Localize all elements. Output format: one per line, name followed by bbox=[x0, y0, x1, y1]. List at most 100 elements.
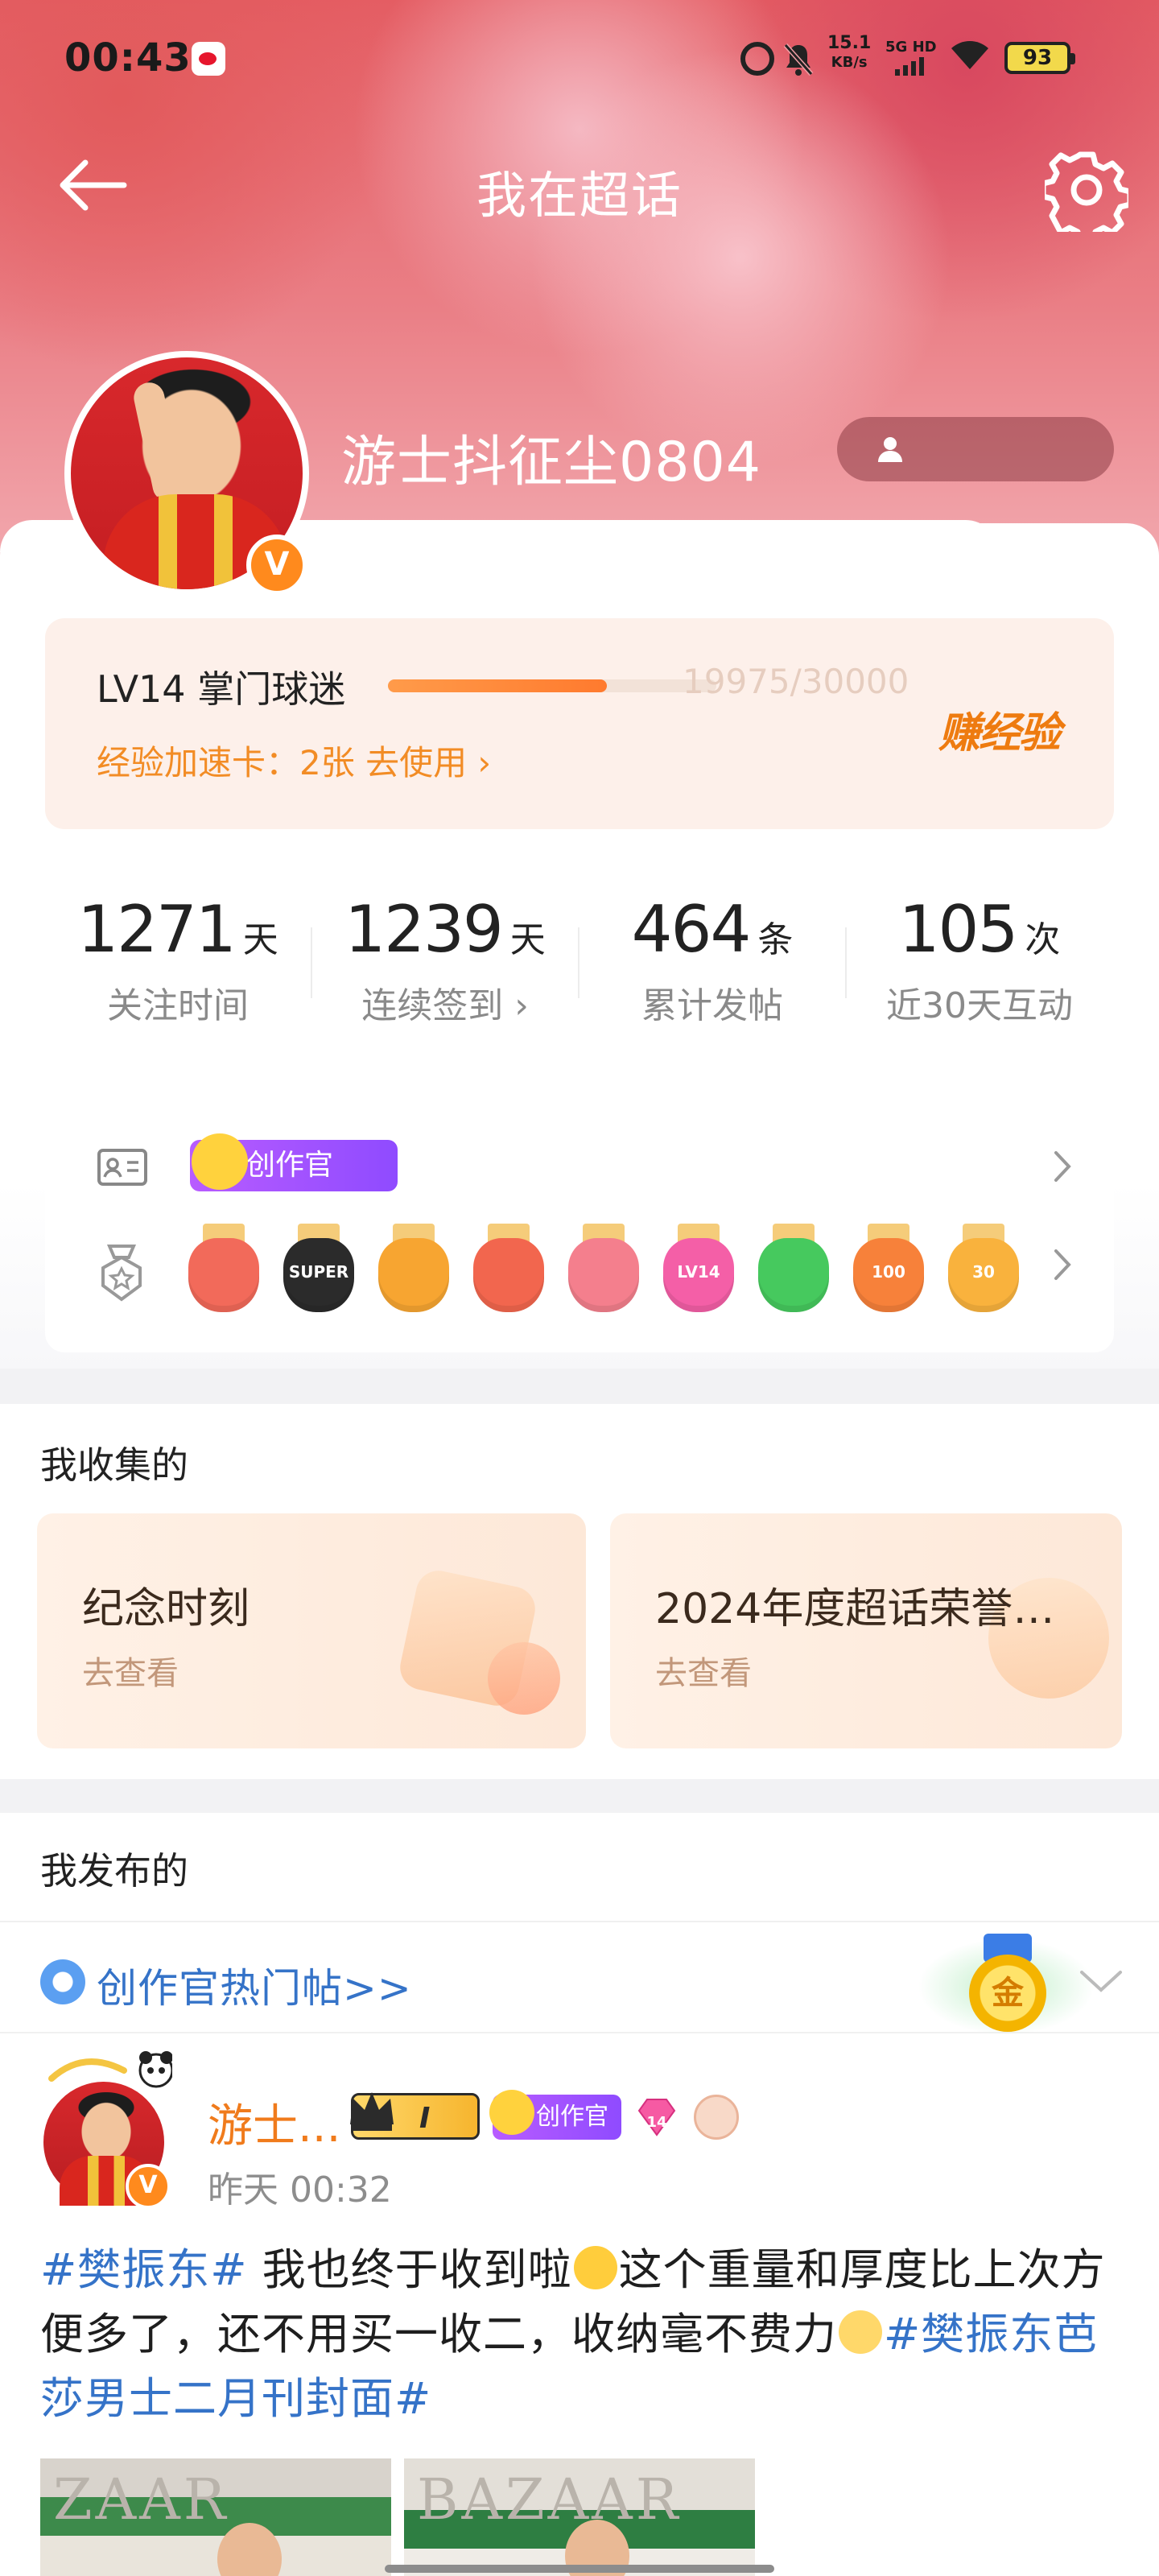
stat-value: 1271 bbox=[77, 892, 237, 967]
medal-disc bbox=[758, 1238, 829, 1312]
medal-disc bbox=[188, 1238, 259, 1312]
creator-hot-posts-link[interactable]: 创作官热门帖>> bbox=[97, 1956, 412, 2014]
network-speed-unit: KB/s bbox=[831, 54, 868, 71]
medal-badge-icon bbox=[472, 1224, 546, 1315]
earn-exp-button[interactable]: 赚经验 bbox=[938, 699, 1061, 759]
settings-gear-icon[interactable] bbox=[1045, 148, 1128, 232]
stat-value: 105 bbox=[898, 892, 1019, 967]
gem-level-text: 14 bbox=[646, 2114, 666, 2131]
medal-outline-icon bbox=[101, 1245, 142, 1302]
post-image-2[interactable]: BAZAAR bbox=[404, 2458, 755, 2576]
medal-badge-icon bbox=[757, 1224, 831, 1315]
signal-label: 5G HD bbox=[885, 39, 937, 56]
boost-card-link[interactable]: 经验加速卡：2张 去使用 › bbox=[97, 736, 491, 785]
collect-card-honors[interactable]: 2024年度超话荣誉… 去查看 bbox=[610, 1513, 1122, 1748]
network-speed-value: 15.1 bbox=[827, 33, 872, 53]
home-indicator[interactable] bbox=[385, 2565, 774, 2573]
level-progress-bar bbox=[388, 679, 716, 692]
surprised-emoji-icon bbox=[573, 2246, 617, 2289]
medal-disc bbox=[568, 1238, 639, 1312]
alarm-icon bbox=[740, 42, 774, 76]
stat-follow-days: 1271 天 关注时间 bbox=[45, 892, 311, 1028]
stat-interactions: 105 次 近30天互动 bbox=[847, 892, 1112, 1028]
collected-title: 我收集的 bbox=[40, 1443, 188, 1487]
smile-badge-icon bbox=[694, 2095, 739, 2140]
username: 游士抖征尘0804 bbox=[341, 431, 762, 494]
stat-label: 连续签到 › bbox=[361, 985, 529, 1026]
chevron-down-icon[interactable] bbox=[1079, 1967, 1124, 1995]
medal-text: 100 bbox=[872, 1262, 905, 1282]
stat-value: 464 bbox=[631, 892, 752, 967]
creator-hot-posts-row[interactable]: 创作官热门帖>> 金 bbox=[0, 1921, 1159, 2035]
medal-disc bbox=[378, 1238, 449, 1312]
published-section: 我发布的 创作官热门帖>> 金 V 游士... I 创作官 14 昨天 00:3… bbox=[0, 1813, 1159, 2576]
post-author-name[interactable]: 游士... bbox=[208, 2090, 340, 2155]
signal-bars-icon bbox=[895, 57, 924, 76]
medal-badge-icon: 100 bbox=[852, 1224, 926, 1315]
avatar-arm bbox=[130, 379, 187, 505]
chevron-right-icon[interactable] bbox=[1050, 1246, 1075, 1283]
medal-text: 30 bbox=[972, 1262, 995, 1282]
gem-level-icon: 14 bbox=[637, 2099, 676, 2136]
medal-badge-icon bbox=[567, 1224, 641, 1315]
stat-label: 近30天互动 bbox=[886, 985, 1073, 1026]
mute-bell-icon bbox=[783, 43, 814, 76]
collect-card-link[interactable]: 去查看 bbox=[655, 1647, 752, 1694]
level-card[interactable]: LV14 掌门球迷 19975/30000 经验加速卡：2张 去使用 › 赚经验 bbox=[45, 618, 1114, 829]
chevron-right-icon[interactable] bbox=[1050, 1148, 1075, 1185]
published-title: 我发布的 bbox=[40, 1849, 188, 1893]
post-verified-icon: V bbox=[126, 2164, 171, 2209]
page-title: 我在超话 bbox=[476, 166, 683, 225]
topic-link[interactable]: #樊振东# bbox=[40, 2244, 248, 2295]
magazine-masthead: BAZAAR bbox=[417, 2467, 682, 2533]
collect-card-link[interactable]: 去查看 bbox=[82, 1647, 179, 1694]
creator-hot-icon bbox=[40, 1959, 85, 2004]
id-card-icon bbox=[97, 1149, 147, 1186]
medal-badge-icon bbox=[377, 1224, 451, 1315]
medal-badge-icon: LV14 bbox=[662, 1224, 736, 1315]
medal-badge-icon: SUPER bbox=[282, 1224, 356, 1315]
level-name: LV14 掌门球迷 bbox=[97, 667, 346, 711]
medal-badge-icon bbox=[187, 1224, 261, 1315]
creator-role-label: 创作官 bbox=[246, 1149, 334, 1182]
stat-checkin-days[interactable]: 1239 天 连续签到 › bbox=[312, 892, 578, 1028]
battery-indicator: 93 bbox=[1004, 42, 1075, 74]
crown-level-text: I bbox=[419, 2102, 431, 2135]
crown-icon bbox=[350, 2092, 394, 2131]
medal-text: LV14 bbox=[677, 1262, 720, 1282]
crown-level-badge: I bbox=[350, 2092, 480, 2140]
weibo-notification-icon bbox=[192, 42, 225, 76]
stat-post-count: 464 条 累计发帖 bbox=[580, 892, 845, 1028]
collect-card-moments[interactable]: 纪念时刻 去查看 bbox=[37, 1513, 586, 1748]
post-image-1[interactable]: ZAAR bbox=[40, 2458, 391, 2576]
network-speed: 15.1 KB/s bbox=[827, 34, 871, 72]
creator-role-tag[interactable]: 创作官 bbox=[190, 1133, 398, 1191]
post-creator-tag: 创作官 bbox=[489, 2090, 621, 2140]
collect-card-title: 纪念时刻 bbox=[82, 1585, 250, 1633]
wifi-icon bbox=[951, 41, 988, 69]
collect-card-title: 2024年度超话荣誉… bbox=[655, 1585, 1055, 1633]
status-bar: 00:43 15.1 KB/s 5G HD 93 bbox=[0, 0, 1159, 121]
medal-text: SUPER bbox=[288, 1262, 349, 1282]
user-identity-pill[interactable] bbox=[837, 417, 1114, 481]
medal-badge-icon: 30 bbox=[947, 1224, 1021, 1315]
stat-unit: 天 bbox=[509, 919, 546, 960]
hug-emoji-icon bbox=[839, 2310, 882, 2354]
stat-label: 关注时间 bbox=[107, 985, 249, 1026]
stat-unit: 次 bbox=[1025, 919, 1061, 960]
stats-panel: 1271 天 关注时间 1239 天 连续签到 › 464 条 累计发帖 105 次 近… bbox=[45, 853, 1114, 1075]
magazine-masthead: ZAAR bbox=[53, 2467, 229, 2533]
gold-medal-icon: 金 bbox=[969, 1955, 1046, 2032]
badge-card: 创作官 SUPER LV14 100 30 bbox=[45, 1103, 1114, 1352]
level-progress-fill bbox=[388, 679, 607, 692]
creator-emoji-icon bbox=[489, 2090, 534, 2135]
post-time: 昨天 00:32 bbox=[208, 2169, 392, 2211]
collected-section: 我收集的 纪念时刻 去查看 2024年度超话荣誉… 去查看 bbox=[0, 1404, 1159, 1779]
level-progress-text: 19975/30000 bbox=[683, 662, 909, 701]
verified-badge-icon: V bbox=[246, 535, 307, 596]
stat-label: 累计发帖 bbox=[641, 985, 783, 1026]
stat-unit: 条 bbox=[757, 919, 794, 960]
stat-unit: 天 bbox=[242, 919, 278, 960]
person-icon bbox=[878, 437, 902, 462]
post-body: #樊振东# 我也终于收到啦 这个重量和厚度比上次方便多了，还不用买一收二，收纳毫不… bbox=[40, 2238, 1127, 2431]
